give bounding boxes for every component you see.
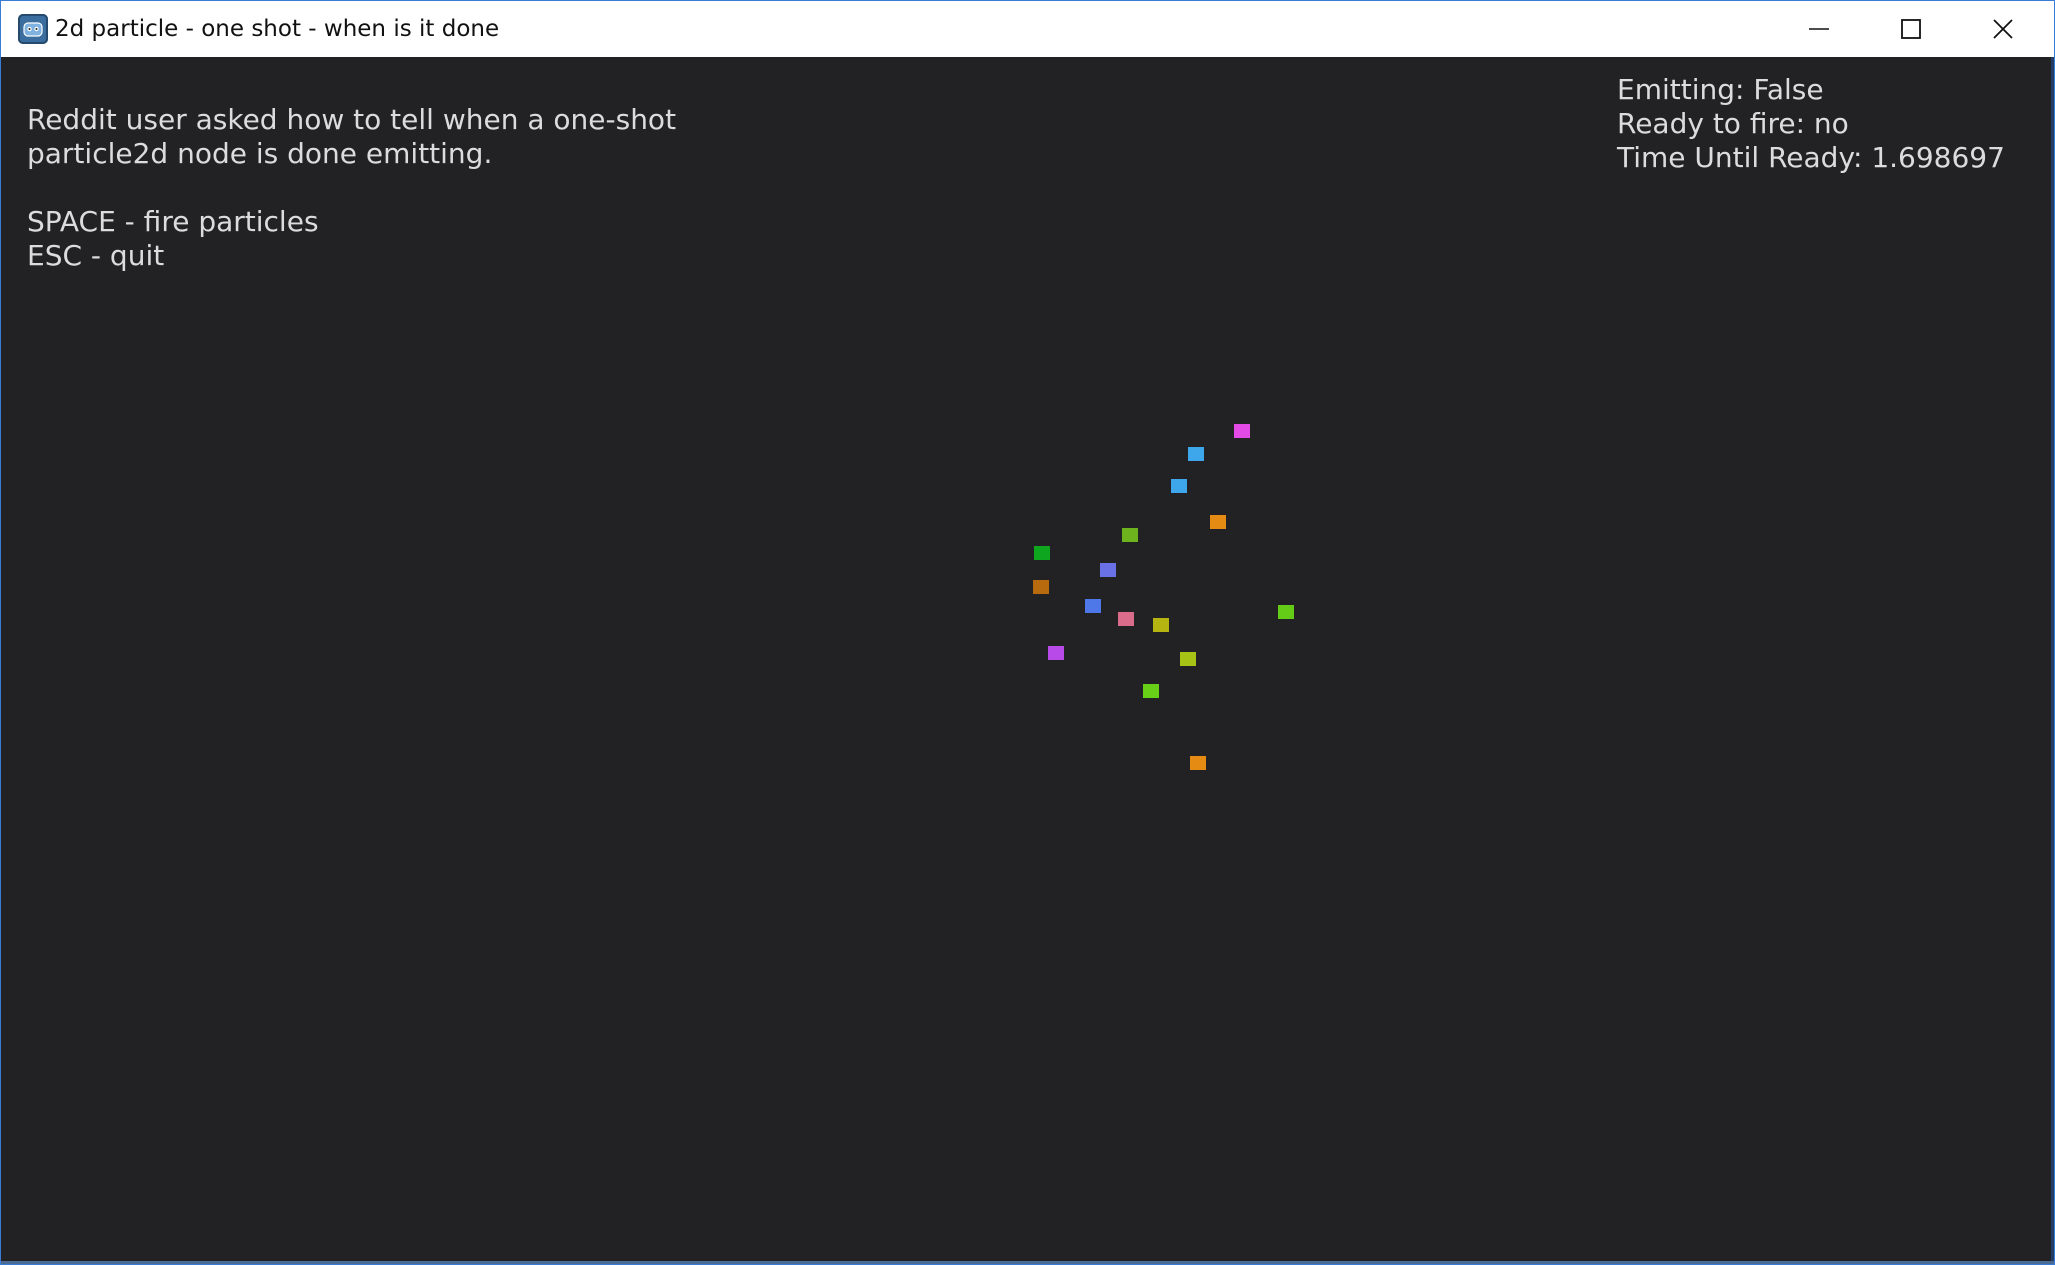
particle: [1143, 684, 1159, 698]
particle: [1118, 612, 1134, 626]
ready-status: Ready to fire: no: [1617, 107, 1849, 140]
instructions-line: particle2d node is done emitting.: [27, 137, 493, 170]
minimize-button[interactable]: [1773, 1, 1865, 57]
particle: [1034, 546, 1050, 560]
particle: [1234, 424, 1250, 438]
status-panel: Emitting: False Ready to fire: no Time Unt…: [1617, 73, 2005, 175]
app-window: 2d particle - one shot - when is it done…: [0, 0, 2055, 1265]
particle: [1210, 515, 1226, 529]
instructions-esc-key: ESC - quit: [27, 239, 165, 272]
particle: [1033, 580, 1049, 594]
godot-icon: [18, 14, 48, 44]
window-title: 2d particle - one shot - when is it done: [55, 16, 500, 42]
time-until-ready: Time Until Ready: 1.698697: [1617, 141, 2005, 174]
instructions-space-key: SPACE - fire particles: [27, 205, 319, 238]
game-viewport[interactable]: Reddit user asked how to tell when a one…: [1, 57, 2054, 1264]
title-bar[interactable]: 2d particle - one shot - when is it done: [1, 1, 2054, 57]
maximize-button[interactable]: [1865, 1, 1957, 57]
window-edge: [1, 1261, 2054, 1264]
particle: [1180, 652, 1196, 666]
close-icon: [1993, 19, 2013, 39]
minimize-icon: [1809, 28, 1829, 30]
particle: [1171, 479, 1187, 493]
window-edge: [2051, 57, 2054, 1264]
particle: [1188, 447, 1204, 461]
particle: [1122, 528, 1138, 542]
particle: [1278, 605, 1294, 619]
instructions-text: Reddit user asked how to tell when a one…: [27, 103, 676, 273]
particle: [1190, 756, 1206, 770]
particle: [1100, 563, 1116, 577]
particle: [1085, 599, 1101, 613]
close-button[interactable]: [1957, 1, 2049, 57]
particle: [1153, 618, 1169, 632]
particle: [1048, 646, 1064, 660]
instructions-blank-line: ​: [27, 171, 676, 205]
instructions-line: Reddit user asked how to tell when a one…: [27, 103, 677, 136]
maximize-icon: [1901, 19, 1921, 39]
emitting-status: Emitting: False: [1617, 73, 1824, 106]
